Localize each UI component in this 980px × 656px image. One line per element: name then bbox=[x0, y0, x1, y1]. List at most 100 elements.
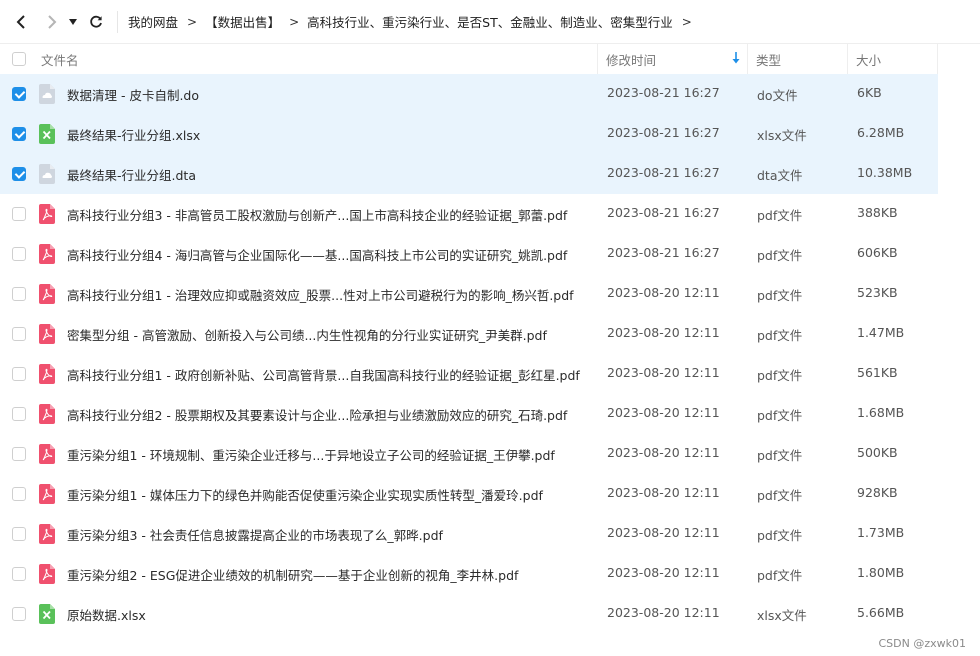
file-type: pdf文件 bbox=[757, 488, 803, 503]
file-size: 1.68MB bbox=[857, 405, 905, 420]
file-type: pdf文件 bbox=[757, 328, 803, 343]
file-size: 1.80MB bbox=[857, 565, 905, 580]
file-row-checkbox[interactable] bbox=[12, 167, 26, 181]
column-header-type-label: 类型 bbox=[756, 52, 782, 68]
back-button[interactable] bbox=[8, 9, 34, 35]
column-header-type[interactable]: 类型 bbox=[748, 44, 848, 74]
breadcrumb-item-current[interactable]: 高科技行业、重污染行业、是否ST、金融业、制造业、密集型行业 bbox=[307, 12, 673, 31]
file-list-header: 文件名 修改时间 类型 大小 bbox=[0, 44, 940, 74]
pdf-file-icon bbox=[39, 564, 55, 584]
file-name[interactable]: 高科技行业分组1 - 治理效应抑或融资效应_股票...性对上市公司避税行为的影响… bbox=[67, 285, 574, 304]
file-name[interactable]: 最终结果-行业分组.xlsx bbox=[67, 125, 200, 144]
file-type-icon bbox=[39, 404, 55, 424]
file-row[interactable]: 最终结果-行业分组.dta 2023-08-21 16:27 dta文件 10.38M… bbox=[0, 154, 938, 194]
file-type: pdf文件 bbox=[757, 448, 803, 463]
file-row-checkbox[interactable] bbox=[12, 367, 26, 381]
file-row[interactable]: 密集型分组 - 高管激励、创新投入与公司绩...内生性视角的分行业实证研究_尹美… bbox=[0, 314, 938, 354]
breadcrumb-item-folder[interactable]: 【数据出售】 bbox=[205, 12, 280, 31]
file-name[interactable]: 原始数据.xlsx bbox=[67, 605, 146, 624]
file-row[interactable]: 高科技行业分组1 - 治理效应抑或融资效应_股票...性对上市公司避税行为的影响… bbox=[0, 274, 938, 314]
file-modified-time: 2023-08-20 12:11 bbox=[607, 285, 720, 300]
file-type-icon bbox=[39, 244, 55, 264]
file-modified-time: 2023-08-20 12:11 bbox=[607, 565, 720, 580]
file-size: 928KB bbox=[857, 485, 898, 500]
file-modified-time: 2023-08-20 12:11 bbox=[607, 365, 720, 380]
file-name[interactable]: 高科技行业分组4 - 海归高管与企业国际化——基...国高科技上市公司的实证研究… bbox=[67, 245, 567, 264]
file-size: 5.66MB bbox=[857, 605, 905, 620]
file-row[interactable]: 重污染分组1 - 环境规制、重污染企业迁移与...于异地设立子公司的经验证据_王… bbox=[0, 434, 938, 474]
file-row-checkbox[interactable] bbox=[12, 527, 26, 541]
file-name[interactable]: 重污染分组1 - 媒体压力下的绿色并购能否促使重污染企业实现实质性转型_潘爱玲.… bbox=[67, 485, 543, 504]
pdf-file-icon bbox=[39, 244, 55, 264]
file-row-checkbox[interactable] bbox=[12, 567, 26, 581]
file-type-icon bbox=[39, 124, 55, 144]
file-row-checkbox[interactable] bbox=[12, 407, 26, 421]
file-row[interactable]: 高科技行业分组3 - 非高管员工股权激励与创新产...国上市高科技企业的经验证据… bbox=[0, 194, 938, 234]
file-size: 388KB bbox=[857, 205, 898, 220]
file-row[interactable]: 原始数据.xlsx 2023-08-20 12:11 xlsx文件 5.66MB bbox=[0, 594, 938, 634]
file-row-checkbox[interactable] bbox=[12, 487, 26, 501]
file-row-checkbox[interactable] bbox=[12, 87, 26, 101]
file-row[interactable]: 重污染分组1 - 媒体压力下的绿色并购能否促使重污染企业实现实质性转型_潘爱玲.… bbox=[0, 474, 938, 514]
file-row[interactable]: 数据清理 - 皮卡自制.do 2023-08-21 16:27 do文件 6KB bbox=[0, 74, 938, 114]
breadcrumb-item-root[interactable]: 我的网盘 bbox=[128, 12, 178, 31]
file-row[interactable]: 最终结果-行业分组.xlsx 2023-08-21 16:27 xlsx文件 6.28… bbox=[0, 114, 938, 154]
file-name[interactable]: 最终结果-行业分组.dta bbox=[67, 165, 196, 184]
file-type: pdf文件 bbox=[757, 568, 803, 583]
file-row-checkbox[interactable] bbox=[12, 607, 26, 621]
breadcrumb-separator: > bbox=[187, 14, 198, 29]
file-name[interactable]: 重污染分组1 - 环境规制、重污染企业迁移与...于异地设立子公司的经验证据_王… bbox=[67, 445, 555, 464]
file-name[interactable]: 数据清理 - 皮卡自制.do bbox=[67, 85, 199, 104]
file-name[interactable]: 密集型分组 - 高管激励、创新投入与公司绩...内生性视角的分行业实证研究_尹美… bbox=[67, 325, 547, 344]
pdf-file-icon bbox=[39, 444, 55, 464]
file-row[interactable]: 重污染分组3 - 社会责任信息披露提高企业的市场表现了么_郭晔.pdf 2023-… bbox=[0, 514, 938, 554]
column-header-name-label: 文件名 bbox=[41, 52, 79, 68]
breadcrumb-expand-arrow[interactable]: > bbox=[682, 15, 692, 29]
file-name[interactable]: 高科技行业分组3 - 非高管员工股权激励与创新产...国上市高科技企业的经验证据… bbox=[67, 205, 567, 224]
forward-button[interactable] bbox=[39, 9, 65, 35]
file-type: pdf文件 bbox=[757, 248, 803, 263]
file-type-icon bbox=[39, 284, 55, 304]
file-type-icon bbox=[39, 444, 55, 464]
toolbar-divider bbox=[117, 10, 118, 33]
file-row[interactable]: 高科技行业分组4 - 海归高管与企业国际化——基...国高科技上市公司的实证研究… bbox=[0, 234, 938, 274]
breadcrumb-separator: > bbox=[289, 14, 300, 29]
file-size: 10.38MB bbox=[857, 165, 913, 180]
file-row-checkbox[interactable] bbox=[12, 447, 26, 461]
file-row[interactable]: 高科技行业分组2 - 股票期权及其要素设计与企业...险承担与业绩激励效应的研究… bbox=[0, 394, 938, 434]
refresh-button[interactable] bbox=[83, 9, 109, 35]
column-header-time[interactable]: 修改时间 bbox=[598, 44, 748, 74]
column-header-size[interactable]: 大小 bbox=[848, 44, 938, 74]
file-modified-time: 2023-08-20 12:11 bbox=[607, 405, 720, 420]
file-row-checkbox[interactable] bbox=[12, 327, 26, 341]
column-header-time-label: 修改时间 bbox=[606, 52, 657, 68]
refresh-icon bbox=[90, 15, 102, 28]
column-header-name[interactable]: 文件名 bbox=[0, 44, 598, 74]
file-row[interactable]: 重污染分组2 - ESG促进企业绩效的机制研究——基于企业创新的视角_李井林.p… bbox=[0, 554, 938, 594]
breadcrumb: 我的网盘 > 【数据出售】 > 高科技行业、重污染行业、是否ST、金融业、制造业… bbox=[128, 12, 700, 31]
history-dropdown-button[interactable] bbox=[65, 9, 81, 35]
file-row-checkbox[interactable] bbox=[12, 207, 26, 221]
sort-down-icon bbox=[732, 52, 740, 64]
file-row-checkbox[interactable] bbox=[12, 287, 26, 301]
file-row-checkbox[interactable] bbox=[12, 247, 26, 261]
pdf-file-icon bbox=[39, 284, 55, 304]
file-name[interactable]: 重污染分组2 - ESG促进企业绩效的机制研究——基于企业创新的视角_李井林.p… bbox=[67, 565, 518, 584]
file-name[interactable]: 高科技行业分组1 - 政府创新补贴、公司高管背景...自我国高科技行业的经验证据… bbox=[67, 365, 580, 384]
pdf-file-icon bbox=[39, 484, 55, 504]
file-row-checkbox[interactable] bbox=[12, 127, 26, 141]
file-name[interactable]: 重污染分组3 - 社会责任信息披露提高企业的市场表现了么_郭晔.pdf bbox=[67, 525, 443, 544]
file-type: pdf文件 bbox=[757, 208, 803, 223]
file-modified-time: 2023-08-20 12:11 bbox=[607, 525, 720, 540]
file-modified-time: 2023-08-21 16:27 bbox=[607, 205, 720, 220]
file-size: 606KB bbox=[857, 245, 898, 260]
file-list: 数据清理 - 皮卡自制.do 2023-08-21 16:27 do文件 6KB 最终结… bbox=[0, 74, 980, 634]
file-size: 6.28MB bbox=[857, 125, 905, 140]
file-type-icon bbox=[39, 484, 55, 504]
file-modified-time: 2023-08-21 16:27 bbox=[607, 125, 720, 140]
file-name[interactable]: 高科技行业分组2 - 股票期权及其要素设计与企业...险承担与业绩激励效应的研究… bbox=[67, 405, 567, 424]
file-row[interactable]: 高科技行业分组1 - 政府创新补贴、公司高管背景...自我国高科技行业的经验证据… bbox=[0, 354, 938, 394]
file-modified-time: 2023-08-20 12:11 bbox=[607, 605, 720, 620]
pdf-file-icon bbox=[39, 204, 55, 224]
excel-file-icon bbox=[39, 604, 55, 624]
